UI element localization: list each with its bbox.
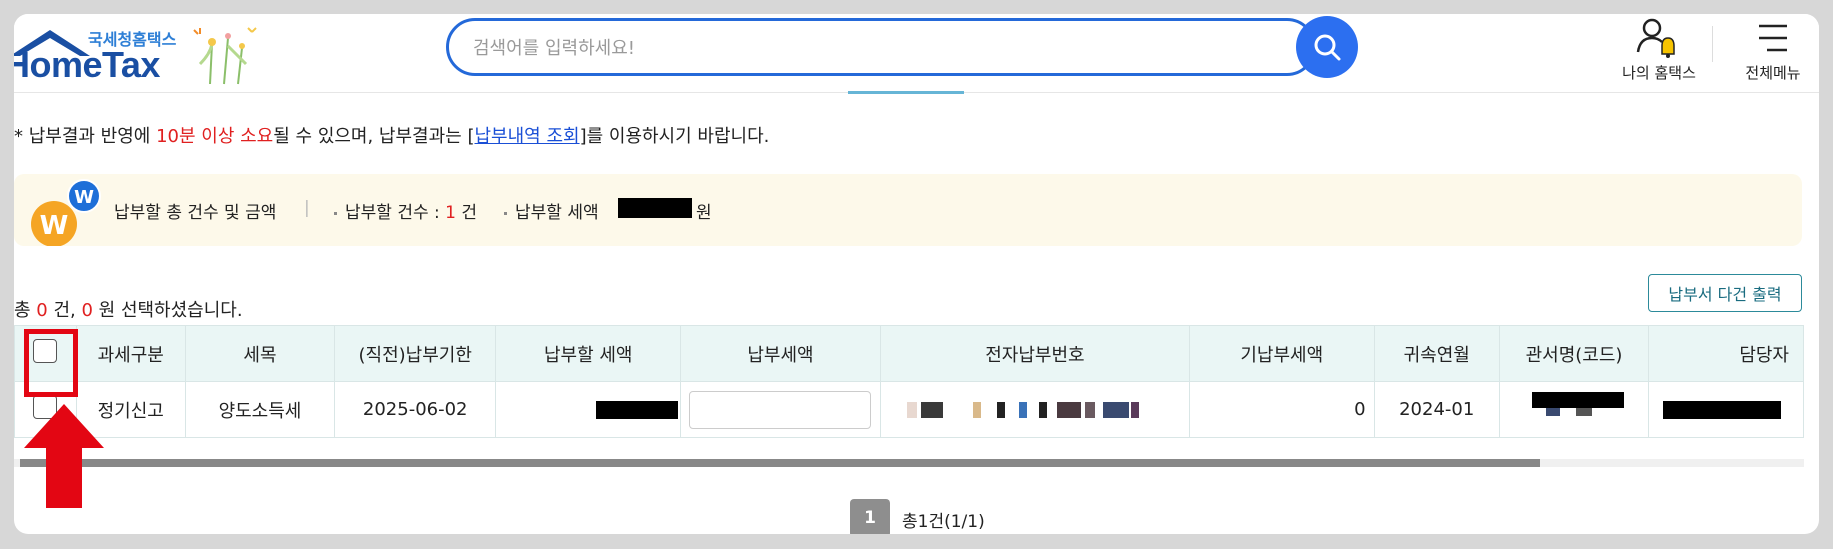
payment-summary-panel: W W 납부할 총 건수 및 금액 | 납부할 건수 : 1 건 납부할 세액 … (14, 174, 1802, 246)
payment-table-container: 과세구분 세목 (직전)납부기한 납부할 세액 납부세액 전자납부번호 기납부세… (14, 325, 1804, 457)
table-row[interactable]: 정기신고 양도소득세 2025-06-02 0 2024-01 (14, 381, 1804, 438)
notice-suffix: ]를 이용하시기 바랍니다. (579, 126, 770, 147)
w-badge-icon: W W (31, 179, 101, 246)
all-menu-label: 전체메뉴 (1745, 64, 1801, 82)
search-button[interactable] (1296, 16, 1358, 78)
bullet-icon (334, 211, 337, 215)
sel-prefix: 총 (14, 300, 37, 321)
count-value: 1 (445, 203, 456, 223)
hometax-logo[interactable]: 국세청홈택스 HomeTax (14, 20, 284, 90)
payment-history-link[interactable]: 납부내역 조회 (474, 126, 579, 147)
summary-title: 납부할 총 건수 및 금액 (114, 203, 277, 223)
notice-highlight: 10분 이상 소요 (156, 126, 274, 147)
count-unit: 건 (455, 203, 478, 223)
checkbox-highlight-box (24, 329, 78, 397)
summary-amount: 납부할 세액 (504, 198, 599, 223)
table-header-row: 과세구분 세목 (직전)납부기한 납부할 세액 납부세액 전자납부번호 기납부세… (14, 325, 1804, 382)
header-divider (1712, 26, 1713, 62)
redacted-office-name (1531, 392, 1624, 408)
my-hometax-button[interactable]: 나의 홈택스 (1604, 14, 1714, 92)
prepaid-tax-cell: 0 (1188, 381, 1375, 438)
column-header: 담당자 (1648, 325, 1804, 382)
amount-label: 납부할 세액 (515, 203, 599, 223)
header: 국세청홈택스 HomeTax 검색어를 입력하세요! 나의 홈택스 전체메뉴 (14, 14, 1819, 93)
pagination-total: 총1건(1/1) (902, 512, 985, 532)
redacted-amount-due (596, 401, 679, 419)
sel-count: 0 (36, 300, 48, 321)
notice-prefix: * 납부결과 반영에 (14, 126, 157, 147)
print-multiple-button[interactable]: 납부서 다건 출력 (1648, 274, 1802, 312)
column-header: 과세구분 (75, 325, 186, 382)
summary-count: 납부할 건수 : 1 건 (334, 198, 477, 223)
period-cell: 2024-01 (1373, 381, 1500, 438)
amount-unit: 원 (696, 203, 712, 223)
search-input[interactable] (471, 33, 1255, 63)
column-header: 납부할 세액 (495, 325, 682, 382)
blurred-office-code (1545, 408, 1592, 416)
due-date-cell: 2025-06-02 (334, 381, 497, 438)
search-bar (446, 18, 1316, 76)
app-frame: 국세청홈택스 HomeTax 검색어를 입력하세요! 나의 홈택스 전체메뉴 *… (14, 14, 1819, 534)
sel-amount: 0 (81, 300, 93, 321)
search-icon (1314, 34, 1341, 61)
column-header: 기납부세액 (1188, 325, 1375, 382)
column-header: (직전)납부기한 (334, 325, 497, 382)
manager-cell (1648, 381, 1804, 438)
redacted-amount (618, 198, 692, 218)
column-header: 관서명(코드) (1498, 325, 1650, 382)
all-menu-button[interactable]: 전체메뉴 (1728, 14, 1818, 92)
logo-title: HomeTax (14, 44, 160, 85)
horizontal-scrollbar-thumb[interactable] (20, 459, 1540, 467)
e-payment-number-cell (879, 381, 1190, 438)
blurred-payment-number (906, 402, 1139, 418)
my-hometax-label: 나의 홈택스 (1622, 64, 1696, 82)
user-bell-icon (1636, 18, 1675, 58)
svg-text:W: W (40, 211, 69, 241)
sel-suffix: 원 선택하셨습니다. (92, 300, 243, 321)
payment-amount-cell (680, 381, 881, 438)
red-up-arrow-icon (24, 404, 104, 508)
summary-separator: | (304, 198, 310, 218)
amount-due-cell (495, 381, 682, 438)
redacted-manager (1663, 401, 1782, 419)
hamburger-menu-icon (1759, 24, 1787, 52)
count-label: 납부할 건수 : (345, 203, 446, 223)
column-header: 세목 (184, 325, 336, 382)
notice-middle: 될 수 있으며, 납부결과는 [ (273, 126, 475, 147)
payment-notice: * 납부결과 반영에 10분 이상 소요될 수 있으며, 납부결과는 [납부내역… (14, 122, 769, 148)
payment-amount-input[interactable] (689, 390, 872, 429)
active-tab-indicator (848, 91, 964, 94)
payment-table: 과세구분 세목 (직전)납부기한 납부할 세액 납부세액 전자납부번호 기납부세… (14, 325, 1804, 438)
tax-item-cell: 양도소득세 (184, 381, 336, 438)
page-1-button[interactable]: 1 (850, 499, 890, 534)
sel-count-unit: 건, (47, 300, 82, 321)
column-header: 귀속연월 (1373, 325, 1500, 382)
bullet-icon (504, 211, 507, 215)
svg-text:W: W (74, 187, 94, 208)
column-header: 전자납부번호 (879, 325, 1190, 382)
office-cell (1498, 381, 1650, 438)
selection-info: 총 0 건, 0 원 선택하셨습니다. (14, 296, 243, 322)
column-header: 납부세액 (680, 325, 881, 382)
flower-logo-icon (193, 27, 257, 85)
